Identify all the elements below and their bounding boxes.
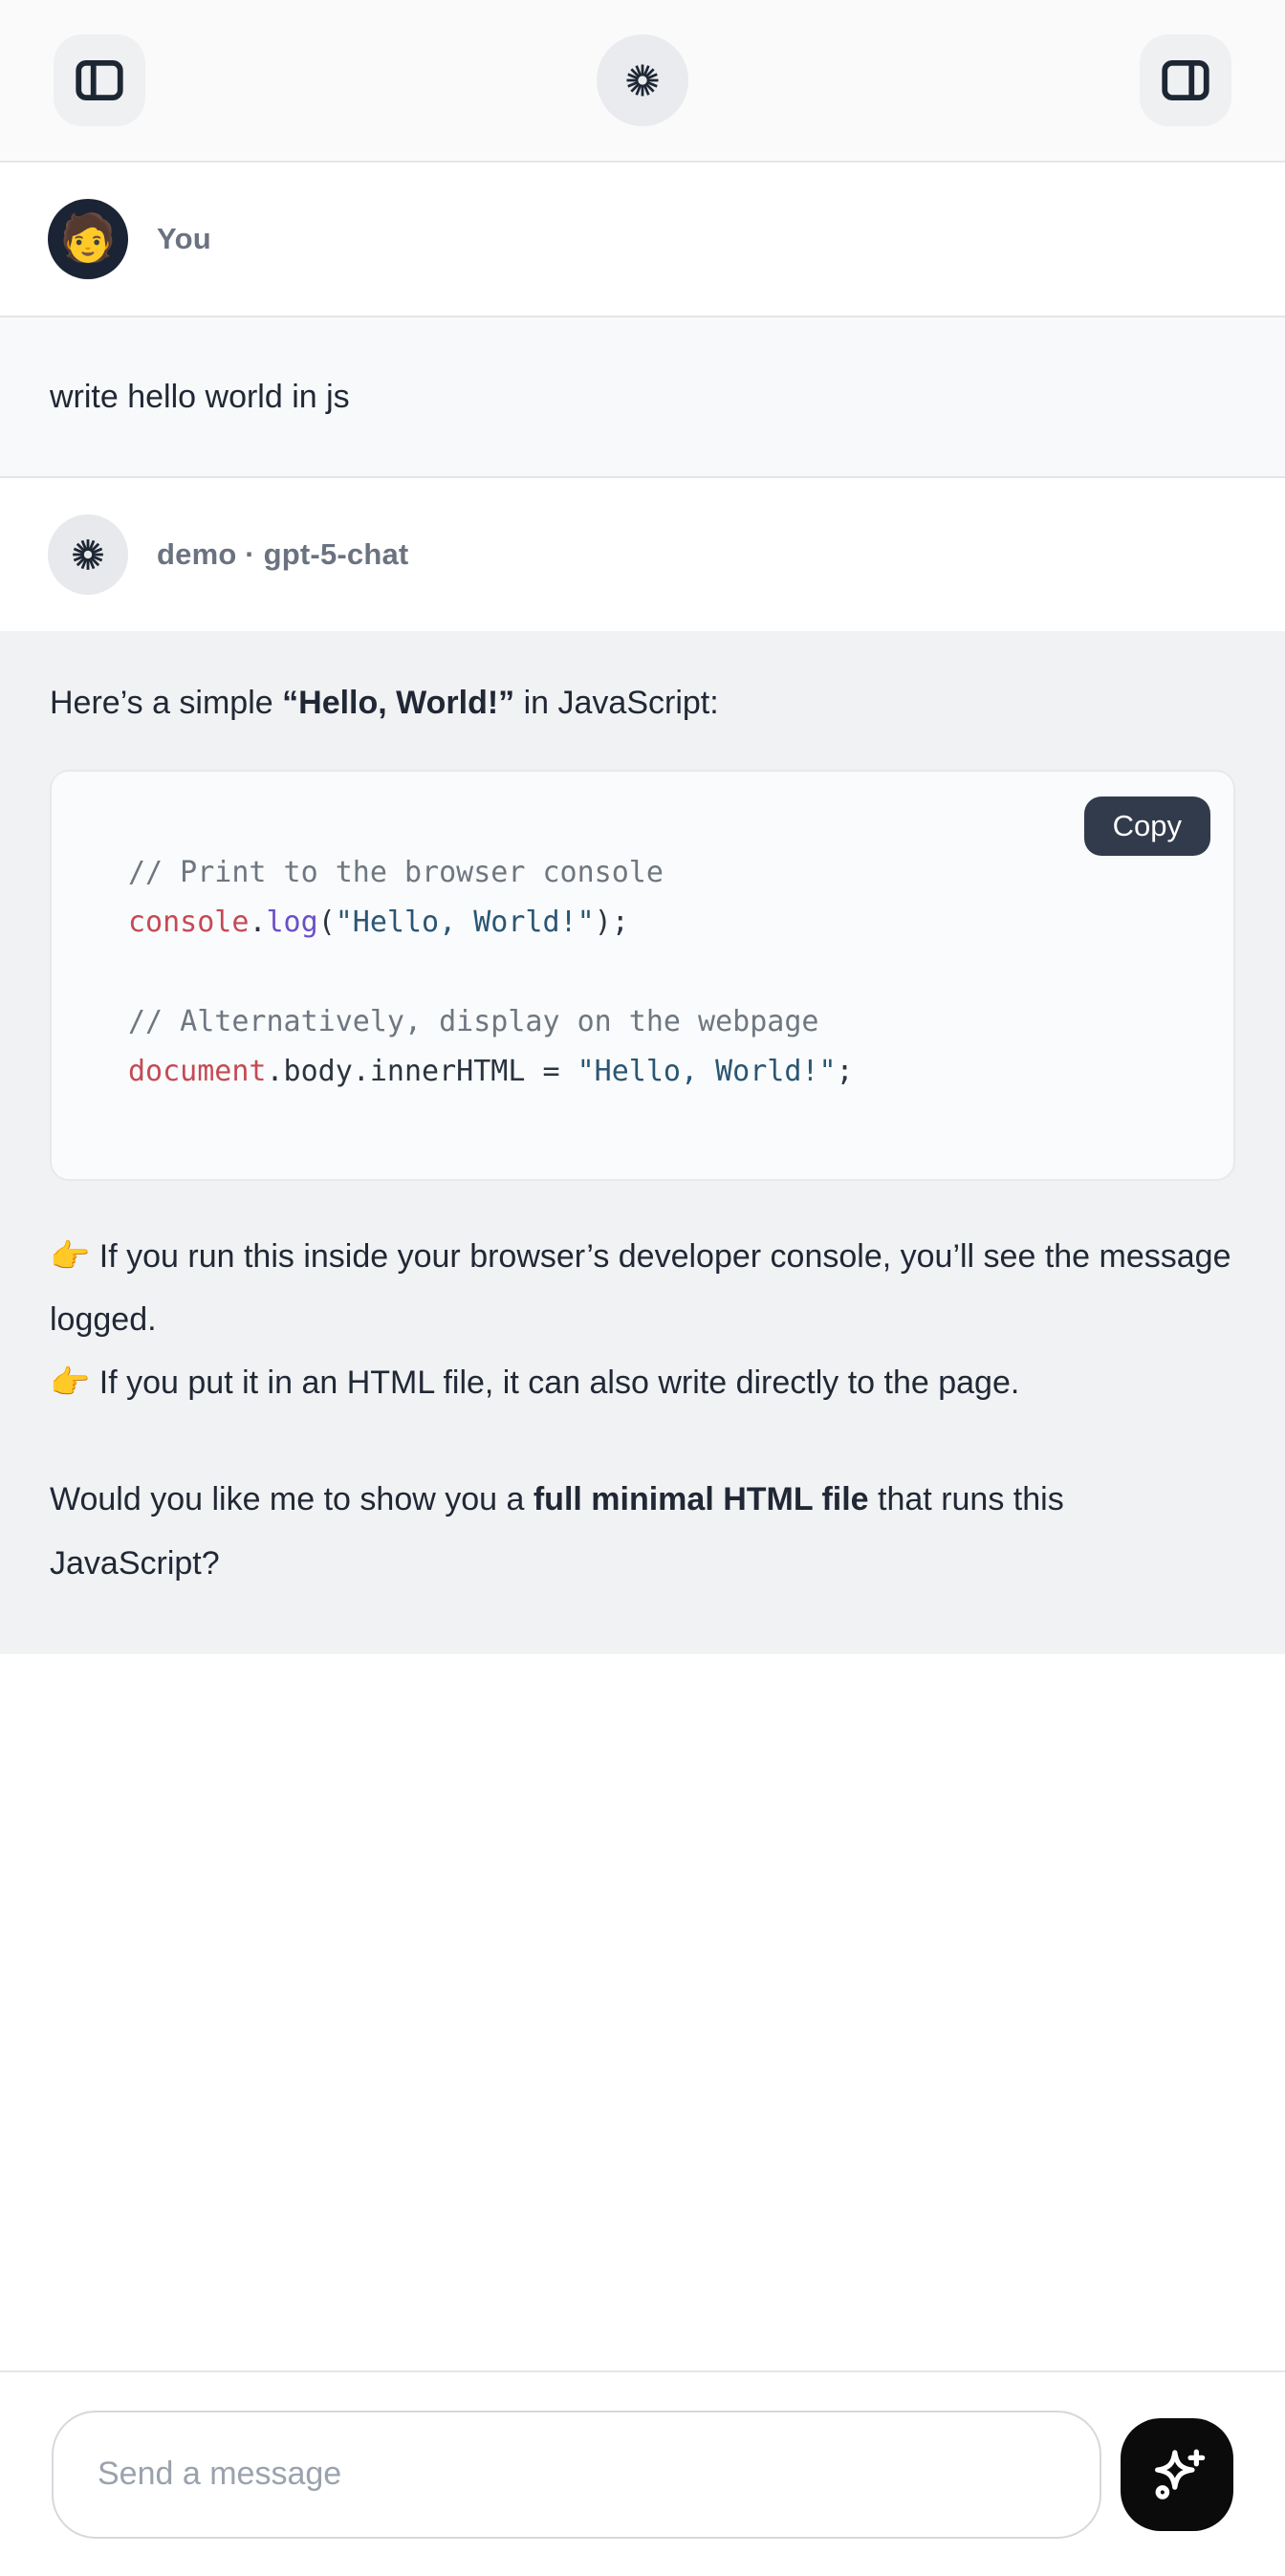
assistant-closing-text: Would you like me to show you a full min… <box>50 1468 1235 1595</box>
assistant-author-label: demo · gpt-5-chat <box>157 537 408 572</box>
user-avatar-emoji: 🧑 <box>59 216 117 262</box>
user-author-label: You <box>157 222 211 256</box>
code-block: Copy // Print to the browser consolecons… <box>50 770 1235 1181</box>
user-message: 🧑 You write hello world in js <box>0 163 1285 478</box>
message-input[interactable] <box>52 2411 1101 2539</box>
toggle-right-sidebar-button[interactable] <box>1140 34 1231 126</box>
user-message-band: write hello world in js <box>0 316 1285 478</box>
code-content: // Print to the browser consoleconsole.l… <box>128 848 1180 1097</box>
toggle-left-sidebar-button[interactable] <box>54 34 145 126</box>
user-message-text: write hello world in js <box>50 365 1235 428</box>
starburst-icon <box>69 535 107 574</box>
copy-code-button[interactable]: Copy <box>1084 797 1210 856</box>
assistant-avatar <box>48 514 128 595</box>
user-message-header: 🧑 You <box>0 163 1285 316</box>
assistant-intro-text: Here’s a simple “Hello, World!” in JavaS… <box>50 671 1235 734</box>
panel-right-icon <box>1158 53 1213 108</box>
chat-transcript: 🧑 You write hello world in js <box>0 163 1285 1654</box>
model-logo-button[interactable] <box>597 34 688 126</box>
user-avatar: 🧑 <box>48 199 128 279</box>
top-bar <box>0 0 1285 163</box>
starburst-icon <box>621 59 664 101</box>
assistant-message: demo · gpt-5-chat Here’s a simple “Hello… <box>0 478 1285 1654</box>
panel-left-icon <box>72 53 127 108</box>
message-composer <box>0 2370 1285 2576</box>
assistant-message-band: Here’s a simple “Hello, World!” in JavaS… <box>0 631 1285 1654</box>
assistant-message-header: demo · gpt-5-chat <box>0 478 1285 631</box>
send-button[interactable] <box>1121 2418 1233 2531</box>
assistant-tips-text: 👉 If you run this inside your browser’s … <box>50 1225 1235 1415</box>
sparkle-plus-icon <box>1145 2443 1209 2506</box>
empty-scroll-area <box>0 1654 1285 2370</box>
